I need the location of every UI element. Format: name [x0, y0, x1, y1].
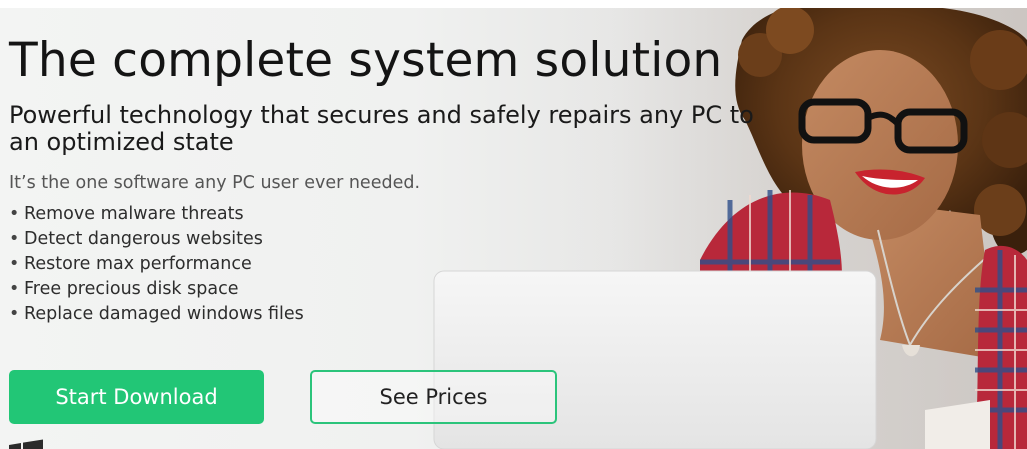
list-item: • Remove malware threats — [9, 202, 789, 227]
bullet-icon: • — [9, 254, 20, 274]
feature-list: • Remove malware threats • Detect dangerou… — [9, 202, 789, 327]
start-download-button[interactable]: Start Download — [9, 370, 264, 424]
bullet-icon: • — [9, 279, 20, 299]
bullet-icon: • — [9, 204, 20, 224]
list-item: • Detect dangerous websites — [9, 227, 789, 252]
feature-label: Free precious disk space — [24, 279, 239, 299]
subheadline: Powerful technology that secures and saf… — [9, 101, 754, 156]
hero-content: The complete system solution Powerful te… — [9, 30, 789, 327]
list-item: • Replace damaged windows files — [9, 302, 789, 327]
top-strip — [0, 0, 1027, 8]
feature-label: Replace damaged windows files — [24, 304, 304, 324]
list-item: • Restore max performance — [9, 252, 789, 277]
intro-text: It’s the one software any PC user ever n… — [9, 173, 421, 193]
feature-label: Remove malware threats — [24, 204, 244, 224]
feature-label: Detect dangerous websites — [24, 229, 263, 249]
page-title: The complete system solution — [9, 33, 723, 88]
windows-logo-icon — [9, 439, 43, 449]
feature-label: Restore max performance — [24, 254, 252, 274]
see-prices-button[interactable]: See Prices — [310, 370, 557, 424]
bullet-icon: • — [9, 304, 20, 324]
bullet-icon: • — [9, 229, 20, 249]
hero-banner: The complete system solution Powerful te… — [0, 0, 1027, 449]
list-item: • Free precious disk space — [9, 277, 789, 302]
